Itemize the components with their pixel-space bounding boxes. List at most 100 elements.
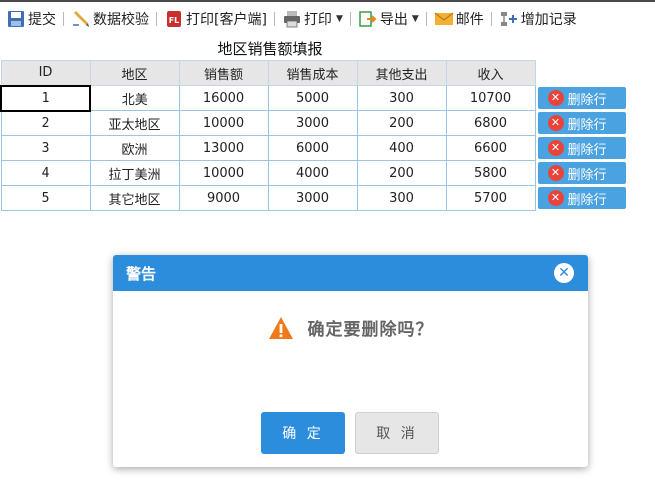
cell-region[interactable]: 其它地区 xyxy=(89,185,180,211)
cell-sales[interactable]: 13000 xyxy=(178,135,269,161)
pencil-icon xyxy=(73,11,89,27)
dialog-message: 确定要删除吗？ xyxy=(307,320,434,340)
cell-income[interactable]: 5800 xyxy=(445,160,536,186)
toolbar-separator xyxy=(273,12,275,26)
table-header-row: ID 地区 销售额 销售成本 其他支出 收入 xyxy=(0,60,630,86)
pdf-print-icon: FL xyxy=(167,11,181,27)
delete-row-button[interactable]: ✕ 删除行 xyxy=(537,162,626,184)
cell-other[interactable]: 200 xyxy=(356,110,447,136)
delete-row-label: 删除行 xyxy=(567,142,607,158)
close-icon: ✕ xyxy=(558,265,570,281)
cell-id[interactable]: 4 xyxy=(0,160,91,186)
submit-label: 提交 xyxy=(28,12,56,28)
mail-button[interactable]: 邮件 xyxy=(430,6,488,32)
sales-table: ID 地区 销售额 销售成本 其他支出 收入 1 北美 16000 5000 3… xyxy=(0,60,631,211)
delete-row-button[interactable]: ✕ 删除行 xyxy=(537,187,626,209)
column-header-id: ID xyxy=(0,60,91,86)
delete-row-label: 删除行 xyxy=(567,117,607,133)
chevron-down-icon: ▼ xyxy=(335,14,343,24)
svg-text:FL: FL xyxy=(169,16,180,25)
cell-sales[interactable]: 10000 xyxy=(178,110,269,136)
cell-sales[interactable]: 9000 xyxy=(178,185,269,211)
delete-icon: ✕ xyxy=(547,190,564,206)
printer-icon xyxy=(283,11,300,28)
column-header-other: 其他支出 xyxy=(356,60,447,86)
cell-other[interactable]: 400 xyxy=(356,135,447,161)
export-button[interactable]: 导出 ▼ xyxy=(354,6,423,32)
toolbar-separator xyxy=(63,12,64,26)
validate-label: 数据校验 xyxy=(93,12,149,28)
cell-id[interactable]: 3 xyxy=(0,135,91,161)
mail-label: 邮件 xyxy=(455,12,484,28)
delete-icon: ✕ xyxy=(547,90,564,106)
print-label: 打印 xyxy=(303,12,332,28)
print-client-button[interactable]: FL 打印[客户端] xyxy=(160,6,271,32)
cell-region[interactable]: 欧洲 xyxy=(89,135,180,161)
delete-row-label: 删除行 xyxy=(567,92,607,108)
column-header-cost: 销售成本 xyxy=(267,60,358,86)
delete-row-label: 删除行 xyxy=(567,167,607,183)
mail-icon xyxy=(434,12,454,25)
cell-region[interactable]: 亚太地区 xyxy=(89,110,180,136)
column-header-region: 地区 xyxy=(89,60,180,86)
cell-cost[interactable]: 5000 xyxy=(267,85,358,111)
row-action-cell: ✕ 删除行 xyxy=(535,136,630,161)
dialog-header: 警告 ✕ xyxy=(113,255,588,291)
cell-cost[interactable]: 4000 xyxy=(267,160,358,186)
cell-sales[interactable]: 16000 xyxy=(178,85,269,111)
table-row: 4 拉丁美洲 10000 4000 200 5800 ✕ 删除行 xyxy=(0,160,630,186)
report-title: 地区销售额填报 xyxy=(0,38,540,60)
cell-id[interactable]: 2 xyxy=(0,110,91,136)
dialog-body: 确定要删除吗？ xyxy=(113,315,588,340)
table-row: 5 其它地区 9000 3000 300 5700 ✕ 删除行 xyxy=(0,185,630,211)
print-button[interactable]: 打印 ▼ xyxy=(278,6,347,32)
delete-row-button[interactable]: ✕ 删除行 xyxy=(537,87,626,109)
table-row: 3 欧洲 13000 6000 400 6600 ✕ 删除行 xyxy=(0,135,630,161)
cancel-button[interactable]: 取 消 xyxy=(355,412,439,454)
cell-income[interactable]: 6800 xyxy=(445,110,536,136)
toolbar: 提交 数据校验 FL 打印[客户端] 打印 ▼ 导出 ▼ 邮件 增加记录 xyxy=(0,0,655,36)
dialog-title: 警告 xyxy=(126,264,157,283)
cell-income[interactable]: 10700 xyxy=(445,85,536,111)
add-record-label: 增加记录 xyxy=(520,12,577,28)
row-action-cell: ✕ 删除行 xyxy=(535,161,630,186)
save-icon xyxy=(8,11,24,27)
toolbar-separator xyxy=(156,12,157,26)
cell-cost[interactable]: 3000 xyxy=(267,110,358,136)
cell-cost[interactable]: 6000 xyxy=(267,135,358,161)
delete-icon: ✕ xyxy=(547,140,564,156)
confirm-label: 确 定 xyxy=(282,426,324,442)
cell-cost[interactable]: 3000 xyxy=(267,185,358,211)
cell-id[interactable]: 5 xyxy=(0,185,91,211)
cell-other[interactable]: 200 xyxy=(356,160,447,186)
add-row-icon xyxy=(500,12,517,26)
delete-row-label: 删除行 xyxy=(567,192,607,208)
delete-row-button[interactable]: ✕ 删除行 xyxy=(537,112,626,134)
delete-icon: ✕ xyxy=(547,165,564,181)
cell-region[interactable]: 拉丁美洲 xyxy=(89,160,180,186)
export-label: 导出 xyxy=(379,12,408,28)
report-title-text: 地区销售额填报 xyxy=(217,40,323,58)
cell-sales[interactable]: 10000 xyxy=(178,160,269,186)
cell-region[interactable]: 北美 xyxy=(89,85,180,111)
submit-button[interactable]: 提交 xyxy=(2,6,60,32)
export-icon xyxy=(359,11,377,27)
cell-id[interactable]: 1 xyxy=(0,84,91,112)
cell-other[interactable]: 300 xyxy=(356,85,447,111)
close-button[interactable]: ✕ xyxy=(554,263,574,283)
warning-icon xyxy=(268,316,293,339)
column-header-sales: 销售额 xyxy=(178,60,269,86)
row-action-cell: ✕ 删除行 xyxy=(535,111,630,136)
column-header-income: 收入 xyxy=(445,60,536,86)
cell-income[interactable]: 5700 xyxy=(445,185,536,211)
delete-row-button[interactable]: ✕ 删除行 xyxy=(537,137,626,159)
toolbar-separator xyxy=(490,12,492,26)
add-record-button[interactable]: 增加记录 xyxy=(495,6,581,32)
cell-other[interactable]: 300 xyxy=(356,185,447,211)
validate-button[interactable]: 数据校验 xyxy=(67,6,153,32)
cell-income[interactable]: 6600 xyxy=(445,135,536,161)
row-action-cell: ✕ 删除行 xyxy=(535,186,630,211)
confirm-button[interactable]: 确 定 xyxy=(261,412,345,454)
toolbar-separator xyxy=(349,12,351,26)
delete-icon: ✕ xyxy=(547,115,564,131)
